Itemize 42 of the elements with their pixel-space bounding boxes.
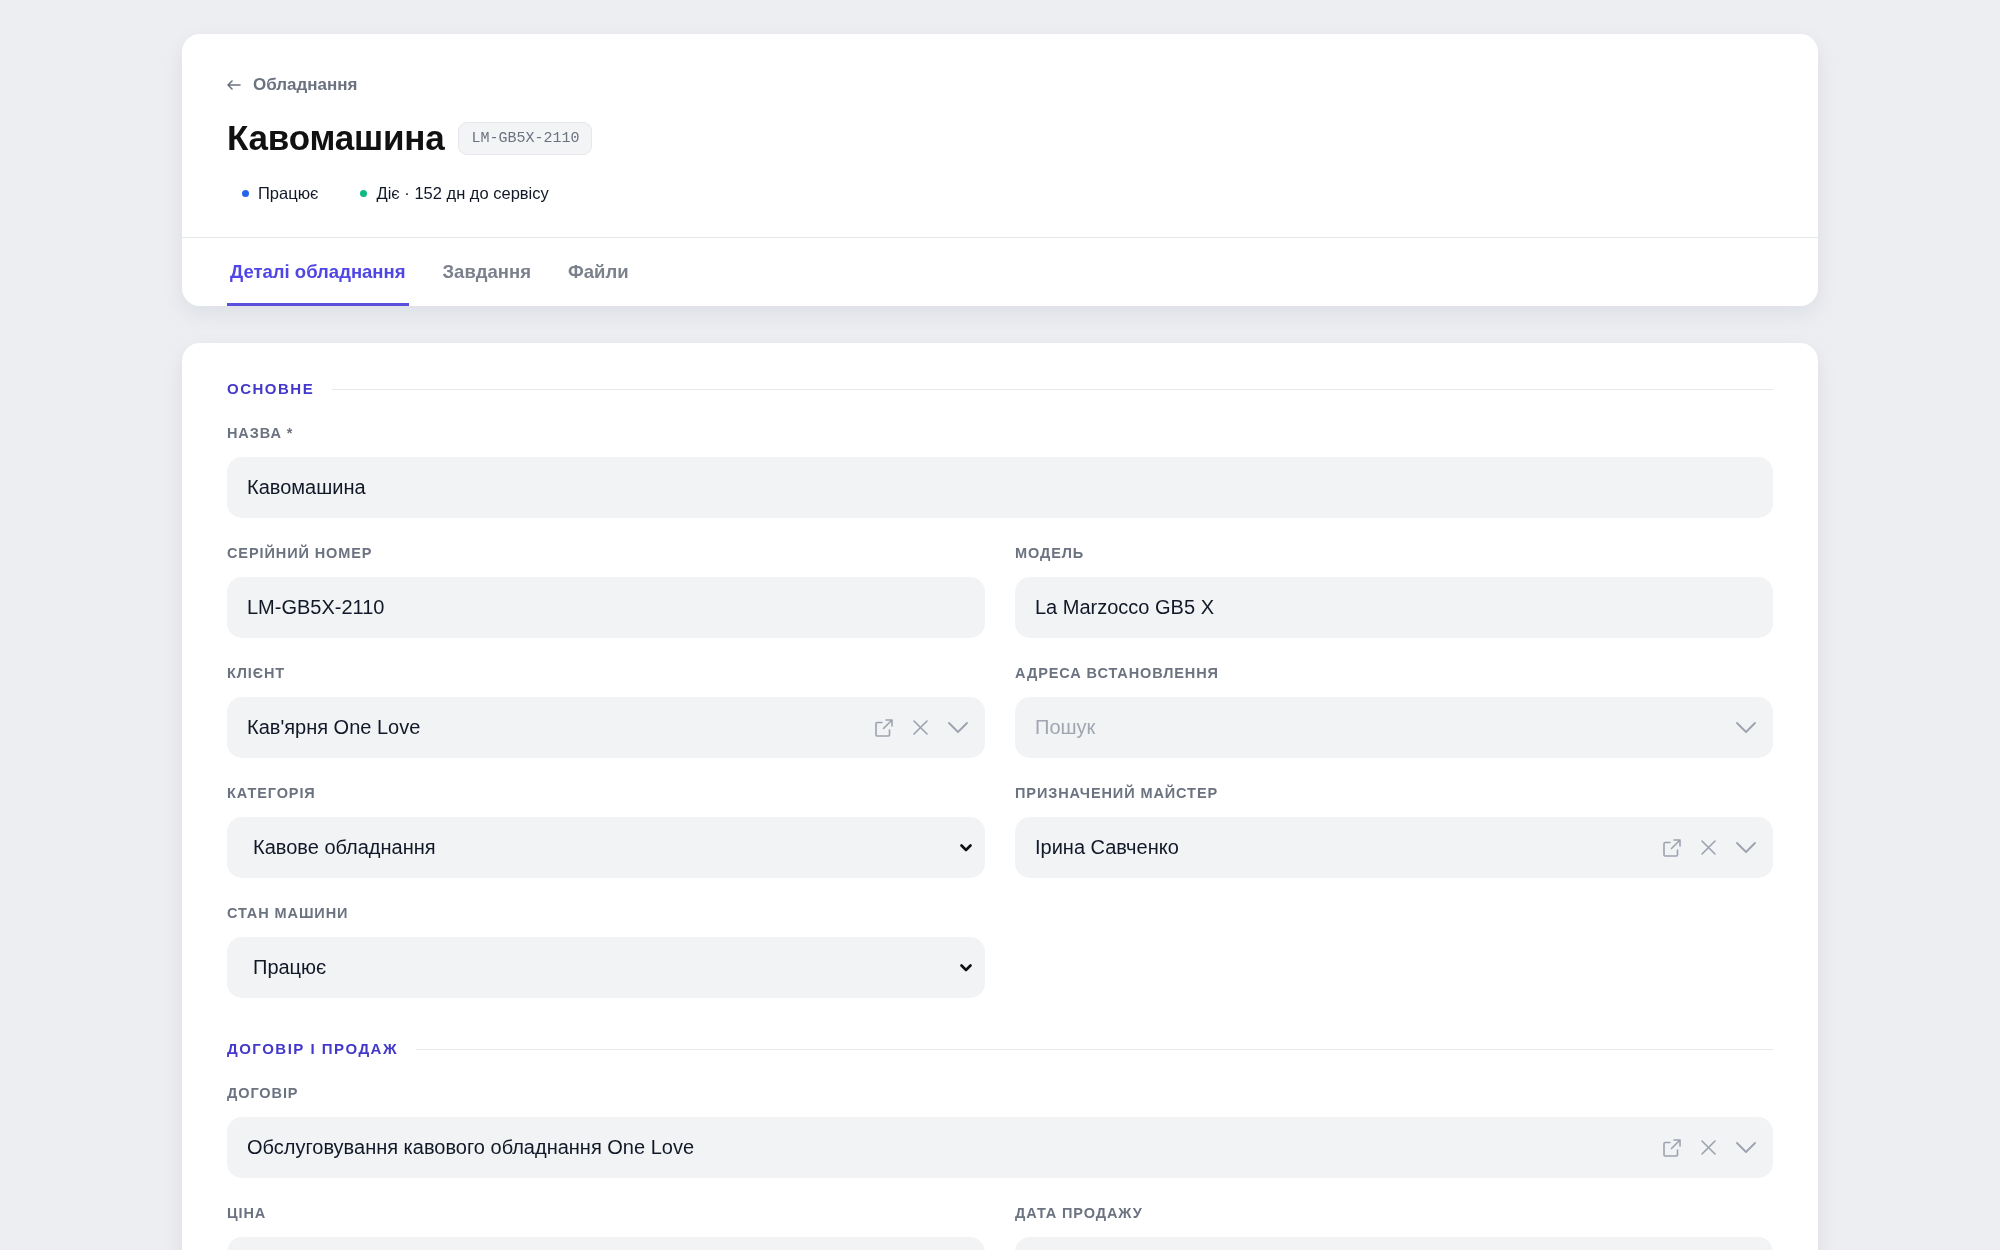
input-field[interactable]: LM-GB5X-2110 [227,577,985,638]
chevron-down-icon[interactable] [1736,722,1756,733]
tab[interactable]: Деталі обладнання [227,238,409,306]
input-field[interactable]: La Marzocco GB5 X [1015,577,1773,638]
external-link-icon[interactable] [875,718,893,737]
chevron-down-icon [960,963,972,972]
field-label: МОДЕЛЬ [1015,544,1085,563]
field-label: КАТЕГОРІЯ [227,784,316,803]
dropdown-select[interactable]: Працює [227,937,985,998]
external-link-icon[interactable] [1663,838,1681,857]
back-link[interactable]: Обладнання [227,74,358,96]
field-label: ПРИЗНАЧЕНИЙ МАЙСТЕР [1015,783,1219,803]
input-field[interactable]: Кавомашина [227,457,1773,518]
field-label: НАЗВА * [227,424,294,443]
external-link-icon[interactable] [1663,1138,1681,1157]
field-label: СЕРІЙНИЙ НОМЕР [227,543,373,563]
page-title: Кавомашина [227,118,445,158]
field-label: ДОГОВІР [227,1084,299,1103]
status-text: Працює [258,183,319,204]
dropdown-select[interactable]: Кавове обладнання [227,817,985,878]
field-label: АДРЕСА ВСТАНОВЛЕННЯ [1015,664,1219,683]
close-icon[interactable] [1701,1140,1716,1155]
chevron-down-icon [960,843,972,852]
chevron-down-icon[interactable] [1736,1142,1756,1153]
close-icon[interactable] [1701,840,1716,855]
section-heading: ДОГОВІР І ПРОДАЖ [227,1039,398,1059]
chevron-down-icon[interactable] [1736,842,1756,853]
lookup-field[interactable]: Ірина Савченко [1015,817,1773,878]
section-heading: ОСНОВНЕ [227,379,315,399]
chevron-down-icon[interactable] [948,722,968,733]
serial-badge: LM-GB5X-2110 [458,121,593,155]
field-label: КЛІЄНТ [227,664,286,683]
arrow-left-icon [227,80,241,90]
field-label: СТАН МАШИНИ [227,904,349,923]
lookup-field[interactable]: Обслуговування кавового обладнання One Love [227,1117,1773,1178]
lookup-field[interactable]: Кав'ярня One Love [227,697,985,758]
field-label: ДАТА ПРОДАЖУ [1015,1204,1143,1223]
field-label: ЦІНА [227,1204,267,1223]
status-text: Діє · 152 дн до сервісу [376,183,549,204]
close-icon[interactable] [913,720,928,735]
tab[interactable]: Завдання [439,238,534,306]
tab[interactable]: Файли [564,238,632,306]
